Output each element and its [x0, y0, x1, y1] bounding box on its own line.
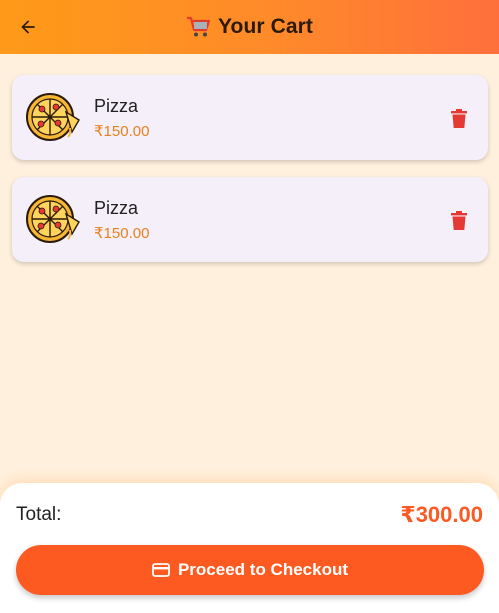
- arrow-left-icon: [21, 20, 35, 34]
- trash-icon: [451, 210, 467, 230]
- delete-item-button[interactable]: [448, 208, 470, 232]
- trash-icon: [451, 108, 467, 128]
- shopping-cart-icon: [186, 15, 212, 39]
- total-label: Total:: [16, 504, 62, 525]
- cart-item-list: Pizza ₹150.00 Pizza ₹150.00: [12, 75, 488, 279]
- total-value: ₹300.00: [400, 502, 483, 527]
- checkout-label: Proceed to Checkout: [177, 560, 349, 579]
- item-name: Pizza: [94, 198, 139, 218]
- app-bar: Your Cart: [0, 0, 499, 54]
- cart-item[interactable]: Pizza ₹150.00: [12, 75, 488, 160]
- checkout-button[interactable]: Proceed to Checkout: [16, 545, 484, 595]
- item-name: Pizza: [94, 96, 139, 116]
- cart-item[interactable]: Pizza ₹150.00: [12, 177, 488, 262]
- pizza-icon: [22, 194, 82, 244]
- item-price: ₹150.00: [94, 225, 150, 242]
- credit-card-icon: [152, 563, 170, 577]
- checkout-panel: Total: ₹300.00 Proceed to Checkout: [0, 483, 499, 613]
- pizza-icon: [22, 92, 82, 142]
- page-title-group: Your Cart: [186, 15, 313, 39]
- item-price: ₹150.00: [94, 123, 150, 140]
- back-button[interactable]: [14, 13, 42, 41]
- page-title: Your Cart: [217, 15, 314, 38]
- delete-item-button[interactable]: [448, 106, 470, 130]
